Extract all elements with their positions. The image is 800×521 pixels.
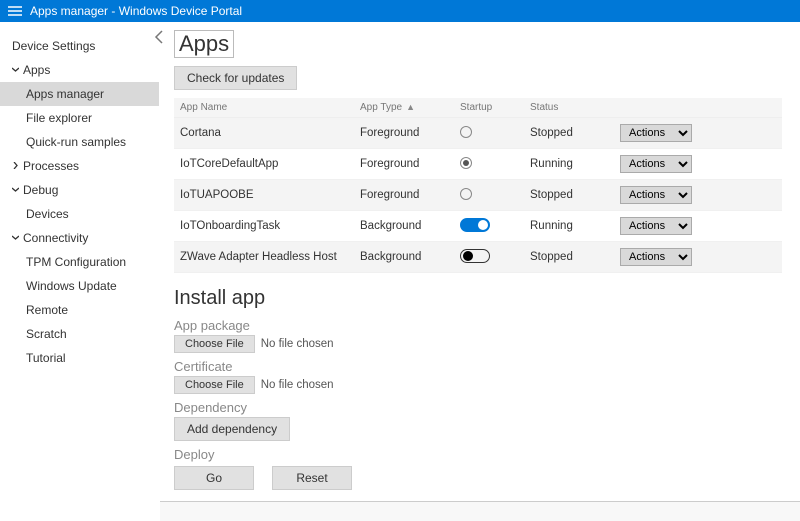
sidebar-item-scratch[interactable]: Scratch xyxy=(0,322,159,346)
app-name-cell: IoTOnboardingTask xyxy=(174,211,354,242)
actions-select[interactable]: Actions xyxy=(620,186,692,204)
sidebar-item-label: Apps xyxy=(23,63,50,77)
status-cell: Stopped xyxy=(524,118,614,149)
sidebar-item-devices[interactable]: Devices xyxy=(0,202,159,226)
sidebar-item-label: TPM Configuration xyxy=(26,255,126,269)
col-startup[interactable]: Startup xyxy=(454,98,524,118)
page-title: Apps xyxy=(174,30,234,58)
sidebar-item-label: Quick-run samples xyxy=(26,135,126,149)
table-row: IoTCoreDefaultAppForeground Running Action… xyxy=(174,149,782,180)
status-cell: Stopped xyxy=(524,180,614,211)
choose-file-package-button[interactable]: Choose File xyxy=(174,335,255,353)
sidebar-item-label: Debug xyxy=(23,183,58,197)
app-package-label: App package xyxy=(174,318,776,333)
col-status[interactable]: Status xyxy=(524,98,614,118)
sidebar-item-label: Scratch xyxy=(26,327,67,341)
chevron-right-icon xyxy=(12,162,19,169)
app-type-cell: Foreground xyxy=(354,180,454,211)
actions-select[interactable]: Actions xyxy=(620,124,692,142)
col-app-type[interactable]: App Type▲ xyxy=(354,98,454,118)
startup-toggle[interactable] xyxy=(460,249,490,263)
dependency-label: Dependency xyxy=(174,400,776,415)
app-type-cell: Background xyxy=(354,211,454,242)
sidebar-item-processes[interactable]: Processes xyxy=(0,154,159,178)
app-name-cell: ZWave Adapter Headless Host xyxy=(174,242,354,273)
sidebar-item-label: Device Settings xyxy=(12,39,95,53)
table-row: ZWave Adapter Headless HostBackground Sto… xyxy=(174,242,782,273)
startup-toggle[interactable] xyxy=(460,218,490,232)
sidebar-item-label: Windows Update xyxy=(26,279,117,293)
sort-asc-icon: ▲ xyxy=(406,102,415,112)
sidebar-item-debug[interactable]: Debug xyxy=(0,178,159,202)
chevron-down-icon xyxy=(12,186,19,193)
col-app-name[interactable]: App Name xyxy=(174,98,354,118)
deploy-label: Deploy xyxy=(174,447,776,462)
sidebar-item-connectivity[interactable]: Connectivity xyxy=(0,226,159,250)
back-icon[interactable] xyxy=(154,30,164,47)
startup-cell xyxy=(454,149,524,180)
sidebar-item-tpm[interactable]: TPM Configuration xyxy=(0,250,159,274)
startup-radio[interactable] xyxy=(460,157,472,169)
sidebar-item-device-settings[interactable]: Device Settings xyxy=(0,34,159,58)
chevron-down-icon xyxy=(12,234,19,241)
sidebar: Device Settings Apps Apps manager File expl… xyxy=(0,22,160,521)
hamburger-icon[interactable] xyxy=(8,5,22,17)
chevron-down-icon xyxy=(12,66,19,73)
main-content: Apps Check for updates App Name App Type… xyxy=(160,22,800,521)
add-dependency-button[interactable]: Add dependency xyxy=(174,417,290,441)
actions-select[interactable]: Actions xyxy=(620,217,692,235)
app-type-cell: Foreground xyxy=(354,118,454,149)
startup-cell xyxy=(454,118,524,149)
status-bar xyxy=(160,501,800,521)
sidebar-item-file-explorer[interactable]: File explorer xyxy=(0,106,159,130)
sidebar-item-remote[interactable]: Remote xyxy=(0,298,159,322)
apps-table: App Name App Type▲ Startup Status Cortan… xyxy=(174,98,782,273)
startup-cell xyxy=(454,242,524,273)
status-cell: Running xyxy=(524,211,614,242)
startup-radio[interactable] xyxy=(460,126,472,138)
window-titlebar: Apps manager - Windows Device Portal xyxy=(0,0,800,22)
startup-cell xyxy=(454,211,524,242)
app-type-cell: Background xyxy=(354,242,454,273)
sidebar-item-label: Remote xyxy=(26,303,68,317)
package-file-status: No file chosen xyxy=(261,338,334,350)
choose-file-certificate-button[interactable]: Choose File xyxy=(174,376,255,394)
sidebar-item-label: Processes xyxy=(23,159,79,173)
sidebar-item-quick-run-samples[interactable]: Quick-run samples xyxy=(0,130,159,154)
startup-cell xyxy=(454,180,524,211)
reset-button[interactable]: Reset xyxy=(272,466,352,490)
certificate-file-status: No file chosen xyxy=(261,379,334,391)
sidebar-item-win-update[interactable]: Windows Update xyxy=(0,274,159,298)
startup-radio[interactable] xyxy=(460,188,472,200)
check-updates-button[interactable]: Check for updates xyxy=(174,66,297,90)
install-app-heading: Install app xyxy=(174,287,776,310)
sidebar-item-label: Apps manager xyxy=(26,87,104,101)
app-name-cell: Cortana xyxy=(174,118,354,149)
sidebar-item-label: File explorer xyxy=(26,111,92,125)
sidebar-item-label: Devices xyxy=(26,207,69,221)
titlebar-text: Apps manager - Windows Device Portal xyxy=(30,4,242,18)
app-name-cell: IoTUAPOOBE xyxy=(174,180,354,211)
table-row: IoTOnboardingTaskBackground Running Action… xyxy=(174,211,782,242)
certificate-label: Certificate xyxy=(174,359,776,374)
table-row: CortanaForeground Stopped Actions xyxy=(174,118,782,149)
status-cell: Running xyxy=(524,149,614,180)
sidebar-item-apps-manager[interactable]: Apps manager xyxy=(0,82,159,106)
app-name-cell: IoTCoreDefaultApp xyxy=(174,149,354,180)
sidebar-item-apps[interactable]: Apps xyxy=(0,58,159,82)
app-type-cell: Foreground xyxy=(354,149,454,180)
go-button[interactable]: Go xyxy=(174,466,254,490)
sidebar-item-tutorial[interactable]: Tutorial xyxy=(0,346,159,370)
table-row: IoTUAPOOBEForeground Stopped Actions xyxy=(174,180,782,211)
sidebar-item-label: Connectivity xyxy=(23,231,88,245)
actions-select[interactable]: Actions xyxy=(620,248,692,266)
actions-select[interactable]: Actions xyxy=(620,155,692,173)
status-cell: Stopped xyxy=(524,242,614,273)
sidebar-item-label: Tutorial xyxy=(26,351,66,365)
